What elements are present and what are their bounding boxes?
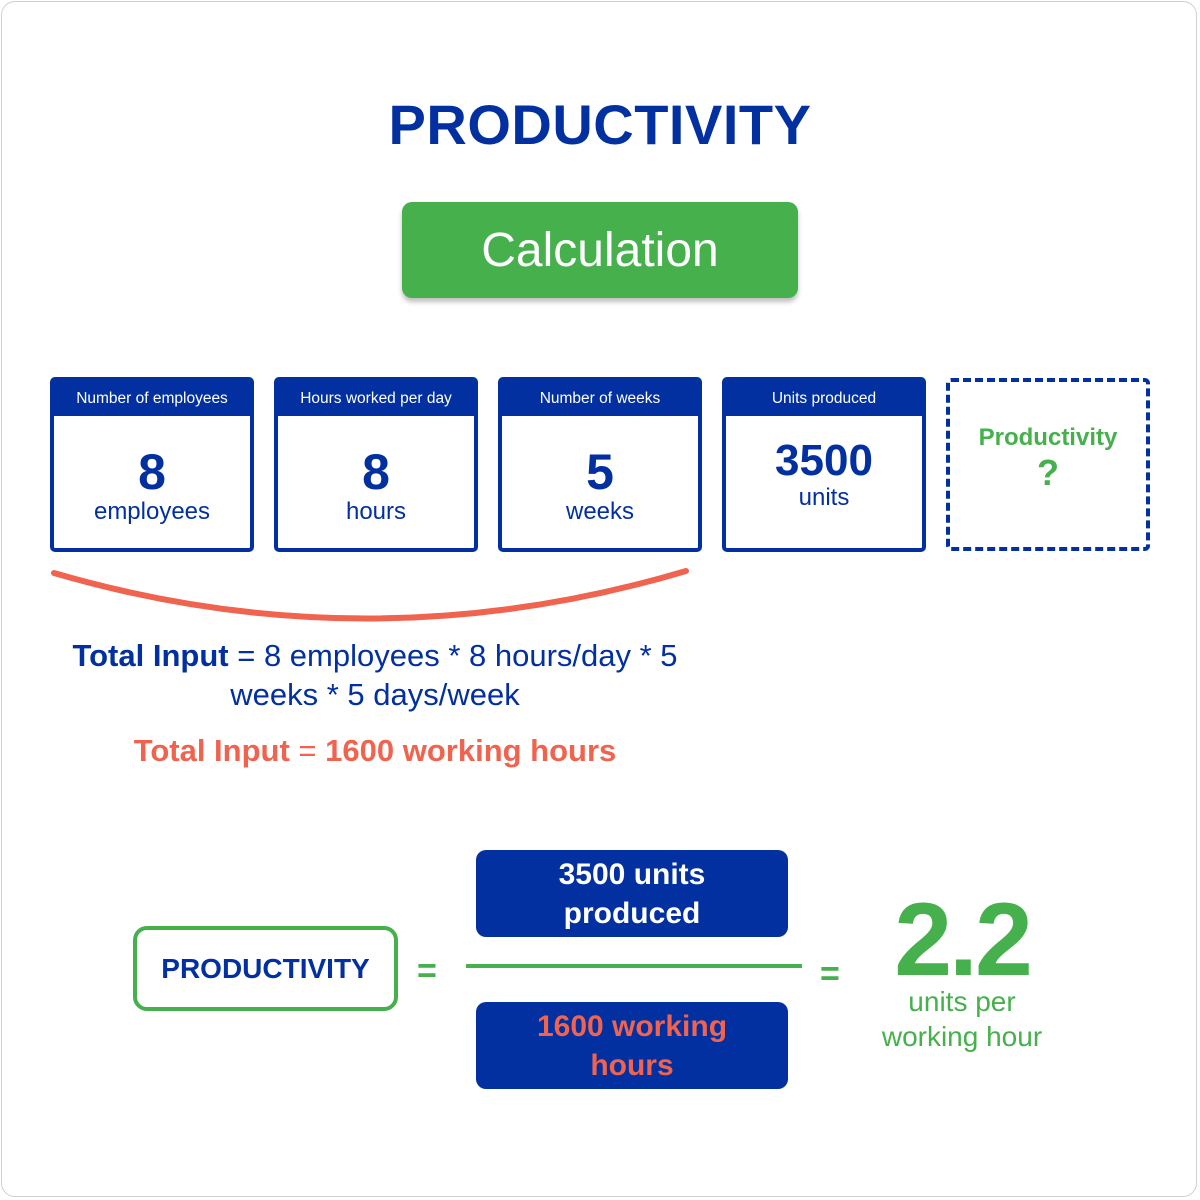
calculation-banner: Calculation bbox=[402, 202, 798, 298]
page-title: PRODUCTIVITY bbox=[388, 93, 812, 156]
formula-equals: = bbox=[237, 638, 256, 673]
card-header: Number of employees bbox=[54, 381, 250, 416]
equals-sign-result: = bbox=[820, 955, 840, 993]
unknown-card-label: Productivity bbox=[978, 423, 1118, 451]
result-equals: = bbox=[298, 733, 317, 768]
card-productivity-unknown: Productivity ? bbox=[946, 378, 1150, 551]
card-header: Number of weeks bbox=[502, 381, 698, 416]
productivity-result: 2.2 bbox=[894, 882, 1033, 998]
total-input-result: Total Input = 1600 working hours bbox=[60, 733, 690, 769]
card-value: 8 bbox=[362, 444, 390, 500]
card-hours-per-day: Hours worked per day 8 hours bbox=[274, 377, 478, 552]
formula-label: Total Input bbox=[72, 638, 229, 673]
result-value: 1600 working hours bbox=[325, 733, 617, 768]
card-employees: Number of employees 8 employees bbox=[50, 377, 254, 552]
card-unit: hours bbox=[345, 498, 407, 525]
denominator-box: 1600 working hours bbox=[476, 1002, 788, 1089]
card-value: 3500 bbox=[775, 436, 873, 485]
card-unit: units bbox=[798, 484, 850, 511]
card-value: 8 bbox=[138, 444, 166, 500]
total-input-formula: Total Input = 8 employees * 8 hours/day … bbox=[60, 636, 690, 714]
card-unit: weeks bbox=[565, 498, 635, 525]
productivity-lhs-box: PRODUCTIVITY bbox=[133, 926, 398, 1011]
productivity-result-unit: units per working hour bbox=[881, 986, 1043, 1052]
card-header: Hours worked per day bbox=[278, 381, 474, 416]
result-label: Total Input bbox=[133, 733, 290, 768]
question-mark-icon: ? bbox=[1037, 451, 1059, 493]
card-unit: employees bbox=[93, 498, 211, 525]
card-value: 5 bbox=[586, 444, 614, 500]
card-units-produced: Units produced 3500 units bbox=[722, 377, 926, 552]
card-header: Units produced bbox=[726, 381, 922, 416]
numerator-box: 3500 units produced bbox=[476, 850, 788, 937]
formula-expression: 8 employees * 8 hours/day * 5 weeks * 5 … bbox=[230, 638, 678, 712]
grouping-brace-icon bbox=[51, 568, 689, 622]
card-weeks: Number of weeks 5 weeks bbox=[498, 377, 702, 552]
equals-sign: = bbox=[417, 952, 437, 990]
fraction-line bbox=[466, 964, 802, 968]
